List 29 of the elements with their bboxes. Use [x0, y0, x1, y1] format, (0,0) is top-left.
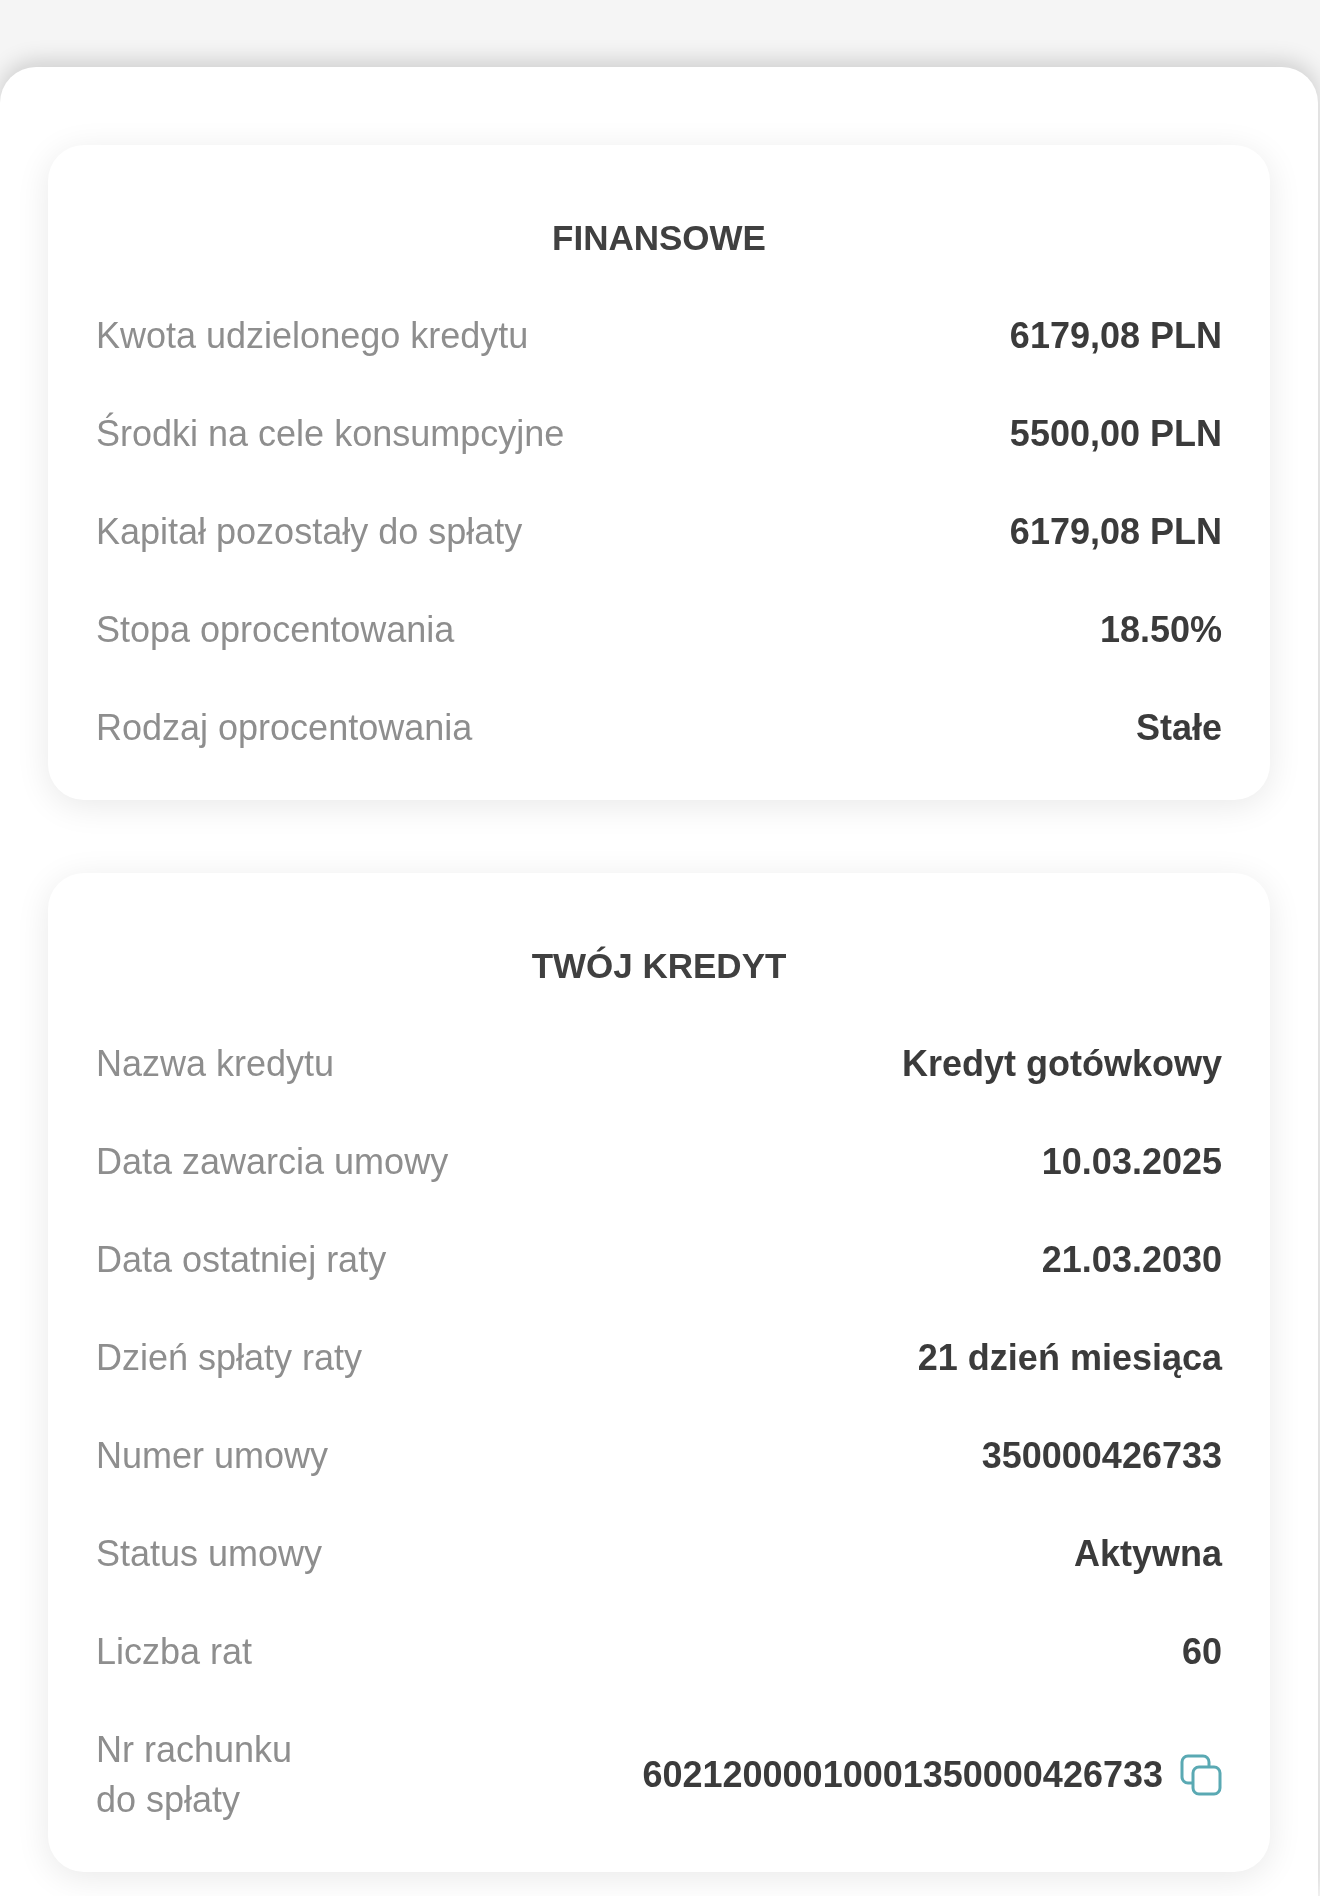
- row-label: Środki na cele konsumpcyjne: [96, 411, 565, 456]
- row-label: Stopa oprocentowania: [96, 608, 455, 652]
- row-value: 10.03.2025: [1041, 1140, 1222, 1184]
- row-label: Status umowy: [96, 1532, 323, 1576]
- row-value: 6179,08 PLN: [1009, 314, 1222, 358]
- row-value: 60: [1181, 1630, 1222, 1674]
- row-value: 60212000010001350000426733: [642, 1753, 1163, 1797]
- row-value: Kredyt gotówkowy: [901, 1042, 1222, 1086]
- row-value: 21.03.2030: [1041, 1238, 1222, 1282]
- row-label: Rodzaj oprocentowania: [96, 706, 473, 750]
- row-value: 5500,00 PLN: [1009, 412, 1222, 456]
- row-label: Nr rachunku do spłaty: [96, 1728, 294, 1822]
- row-label: Dzień spłaty raty: [96, 1336, 363, 1380]
- row-label: Kwota udzielonego kredytu: [96, 314, 529, 358]
- row-value: 350000426733: [981, 1434, 1222, 1478]
- row-value: Stałe: [1135, 706, 1222, 750]
- row-label: Nazwa kredytu: [96, 1042, 335, 1086]
- row-label: Liczba rat: [96, 1630, 253, 1674]
- row-label: Data zawarcia umowy: [96, 1140, 449, 1184]
- row-value: 21 dzień miesiąca: [917, 1336, 1222, 1380]
- section-title: FINANSOWE: [552, 217, 766, 259]
- row-label: Kapitał pozostały do spłaty: [96, 510, 523, 554]
- copy-icon[interactable]: [1180, 1754, 1222, 1796]
- row-label: Data ostatniej raty: [96, 1238, 387, 1282]
- row-value: 6179,08 PLN: [1009, 510, 1222, 554]
- section-title: TWÓJ KREDYT: [531, 945, 787, 987]
- row-label: Numer umowy: [96, 1434, 329, 1478]
- row-value: Aktywna: [1073, 1532, 1222, 1576]
- row-value: 18.50%: [1099, 608, 1222, 652]
